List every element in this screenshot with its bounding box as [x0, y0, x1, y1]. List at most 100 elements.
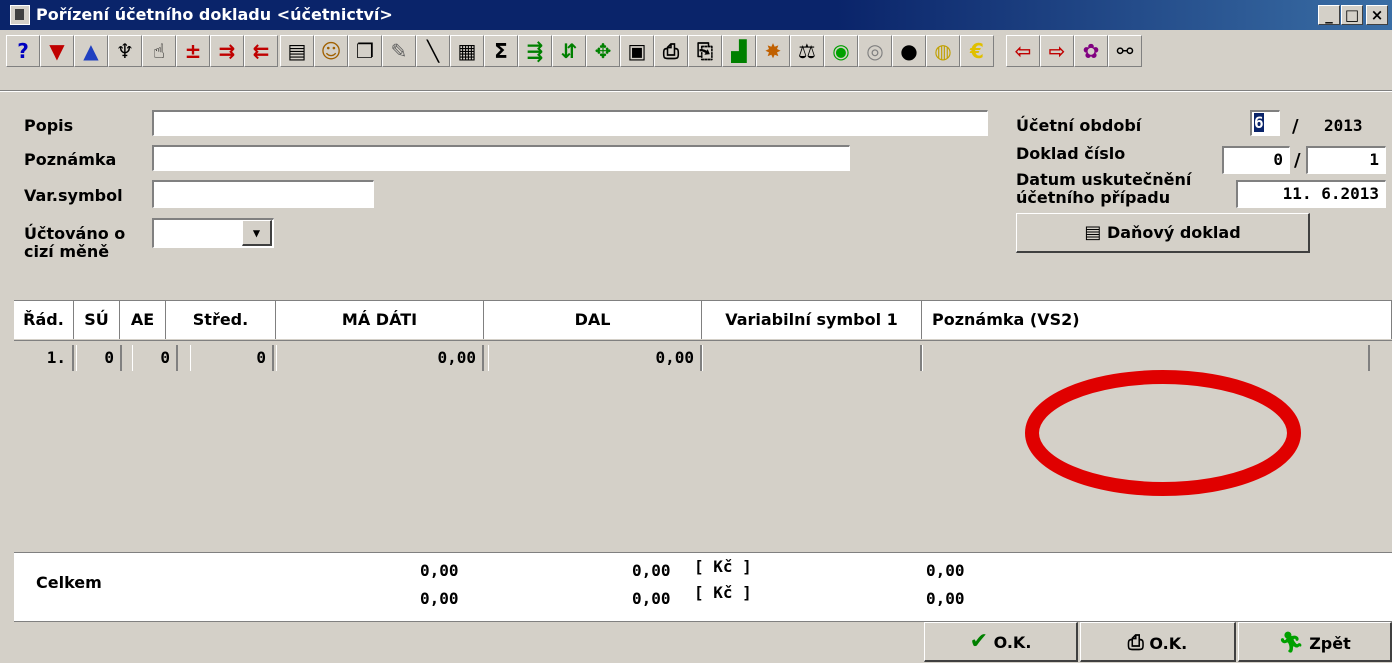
- window-title: Pořízení účetního dokladu <účetnictví>: [36, 5, 393, 24]
- printer-icon: ⎙: [1127, 630, 1144, 654]
- export-icon[interactable]: ⇨: [1040, 35, 1074, 67]
- chart-icon[interactable]: ▟: [722, 35, 756, 67]
- insert-row-2-icon[interactable]: ⇉: [210, 35, 244, 67]
- cizi-mena-label-2: cizí měně: [24, 242, 110, 261]
- checkmark-icon: ✔: [969, 629, 989, 654]
- grey-circle-icon[interactable]: ◎: [858, 35, 892, 67]
- grid-header: Řád. SÚ AE Střed. MÁ DÁTI DAL Variabilní…: [14, 300, 1392, 339]
- col-ma-dati[interactable]: MÁ DÁTI: [276, 301, 484, 339]
- col-ae[interactable]: AE: [120, 301, 166, 339]
- popis-field[interactable]: [152, 110, 988, 136]
- group-icon[interactable]: ✥: [586, 35, 620, 67]
- total-currency-1: [ Kč ]: [694, 557, 752, 576]
- total-dal-1: 0,00: [632, 561, 671, 580]
- col-stred[interactable]: Střed.: [166, 301, 276, 339]
- obdobi-month-field[interactable]: 6: [1250, 110, 1280, 136]
- notepad-icon[interactable]: ▤: [280, 35, 314, 67]
- poznamka-label: Poznámka: [24, 150, 117, 169]
- col-vs2[interactable]: Poznámka (VS2): [922, 301, 1392, 339]
- var-symbol-field[interactable]: [152, 180, 374, 208]
- merge-icon[interactable]: ⇵: [552, 35, 586, 67]
- line-icon[interactable]: ╲: [416, 35, 450, 67]
- running-man-icon: 🏃︎: [1278, 630, 1304, 654]
- split-icon[interactable]: ⇶: [518, 35, 552, 67]
- cell-stred[interactable]: 0: [190, 345, 274, 371]
- total-ma-dati-1: 0,00: [420, 561, 459, 580]
- insert-row-icon[interactable]: ±: [176, 35, 210, 67]
- totals-label: Celkem: [36, 573, 102, 592]
- import-icon[interactable]: ⇦: [1006, 35, 1040, 67]
- brush-icon[interactable]: ♆: [108, 35, 142, 67]
- gold-coin-icon[interactable]: ◍: [926, 35, 960, 67]
- total-diff-1: 0,00: [926, 561, 965, 580]
- datum-field[interactable]: 11. 6.2013: [1236, 180, 1386, 208]
- copy-doc-icon[interactable]: ❐: [348, 35, 382, 67]
- back-button[interactable]: 🏃︎ Zpět: [1238, 622, 1392, 662]
- scales-icon[interactable]: ⚖: [790, 35, 824, 67]
- col-su[interactable]: SÚ: [74, 301, 120, 339]
- cell-dal[interactable]: 0,00: [488, 345, 702, 371]
- total-currency-2: [ Kč ]: [694, 583, 752, 602]
- colors-icon[interactable]: ✿: [1074, 35, 1108, 67]
- title-bar[interactable]: Pořízení účetního dokladu <účetnictví> _…: [0, 0, 1392, 30]
- print-ok-button[interactable]: ⎙ O.K.: [1080, 622, 1236, 662]
- filter-down-icon[interactable]: ▼: [40, 35, 74, 67]
- cell-su[interactable]: 0: [76, 345, 122, 371]
- total-ma-dati-2: 0,00: [420, 589, 459, 608]
- chevron-down-icon[interactable]: ▼: [242, 220, 272, 246]
- obdobi-year: 2013: [1324, 116, 1363, 135]
- col-rad[interactable]: Řád.: [14, 301, 74, 339]
- popis-label: Popis: [24, 116, 74, 135]
- obdobi-month-value: 6: [1254, 113, 1264, 132]
- euro-icon[interactable]: €: [960, 35, 994, 67]
- binoculars-icon[interactable]: ⚯: [1108, 35, 1142, 67]
- search-person-icon[interactable]: ☺: [314, 35, 348, 67]
- sum-icon[interactable]: Σ: [484, 35, 518, 67]
- calculator-icon[interactable]: ▣: [620, 35, 654, 67]
- cizi-mena-select[interactable]: ▼: [152, 218, 274, 248]
- doklad-number-field[interactable]: 1: [1306, 146, 1386, 174]
- filter-up-icon[interactable]: ▲: [74, 35, 108, 67]
- total-diff-2: 0,00: [926, 589, 965, 608]
- cizi-mena-label-1: Účtováno o: [24, 224, 126, 243]
- cell-ae[interactable]: 0: [132, 345, 178, 371]
- calendar-icon: ▤: [1084, 222, 1102, 243]
- poznamka-field[interactable]: [152, 145, 850, 171]
- cell-rad: 1.: [18, 345, 74, 371]
- green-circle-icon[interactable]: ◉: [824, 35, 858, 67]
- ok-label: O.K.: [993, 633, 1032, 652]
- pencil-icon[interactable]: ✎: [382, 35, 416, 67]
- totals-panel: Celkem 0,00 0,00 [ Kč ] 0,00 0,00 0,00 […: [14, 552, 1392, 622]
- ok-button[interactable]: ✔ O.K.: [924, 622, 1078, 662]
- calculator-window-icon[interactable]: ▦: [450, 35, 484, 67]
- datum-label-2: účetního případu: [1016, 188, 1171, 207]
- col-dal[interactable]: DAL: [484, 301, 702, 339]
- app-icon[interactable]: [10, 5, 30, 25]
- print-preview-icon[interactable]: ⎙: [654, 35, 688, 67]
- back-label: Zpět: [1309, 634, 1351, 653]
- minimize-button[interactable]: _: [1318, 5, 1340, 25]
- highlight-circle: [1025, 370, 1301, 496]
- black-circle-icon[interactable]: ●: [892, 35, 926, 67]
- obdobi-label: Účetní období: [1016, 116, 1142, 135]
- print-icon[interactable]: ⎘: [688, 35, 722, 67]
- cell-ma-dati[interactable]: 0,00: [276, 345, 484, 371]
- var-symbol-label: Var.symbol: [24, 186, 123, 205]
- doklad-label: Doklad číslo: [1016, 144, 1126, 163]
- danovy-doklad-button[interactable]: ▤ Daňový doklad: [1016, 213, 1310, 253]
- doklad-series-field[interactable]: 0: [1222, 146, 1290, 174]
- danovy-doklad-label: Daňový doklad: [1106, 223, 1241, 242]
- left-edge: [0, 92, 14, 662]
- total-dal-2: 0,00: [632, 589, 671, 608]
- maximize-button[interactable]: □: [1341, 5, 1363, 25]
- print-ok-label: O.K.: [1149, 634, 1188, 653]
- obdobi-slash: /: [1292, 116, 1299, 137]
- hand-icon[interactable]: ☝: [142, 35, 176, 67]
- cell-vs1[interactable]: [702, 345, 922, 371]
- toolbar-separator: [0, 90, 1392, 92]
- delete-row-icon[interactable]: ⇇: [244, 35, 278, 67]
- close-button[interactable]: ×: [1366, 5, 1388, 25]
- help-icon[interactable]: ?: [6, 35, 40, 67]
- stamp-icon[interactable]: ✸: [756, 35, 790, 67]
- col-vs1[interactable]: Variabilní symbol 1: [702, 301, 922, 339]
